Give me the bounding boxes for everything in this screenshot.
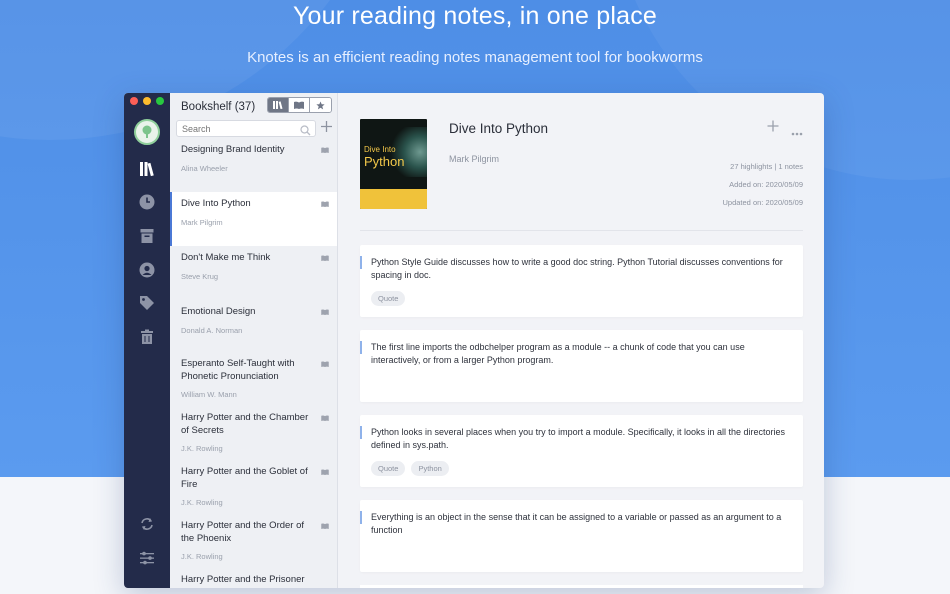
cover-band (360, 189, 427, 209)
sliders-icon[interactable] (137, 548, 157, 568)
book-title: Don't Make me Think (181, 252, 271, 263)
note-text: Python Style Guide discusses how to writ… (371, 257, 783, 280)
note-card[interactable]: Python Style Guide discusses how to writ… (360, 245, 803, 317)
clock-icon[interactable] (137, 192, 157, 212)
open-book-icon (321, 361, 329, 367)
book-list-item[interactable]: Don't Make me Think Steve Krug (170, 246, 337, 300)
sync-icon[interactable] (137, 514, 157, 534)
library-icon[interactable] (137, 159, 157, 179)
note-text: Everything is an object in the sense tha… (371, 512, 782, 535)
cover-title-line1: Dive Into (364, 145, 396, 154)
book-title: Harry Potter and the Prisoner of (181, 574, 305, 588)
maximize-window-button[interactable] (156, 97, 164, 105)
book-author: William W. Mann (181, 390, 237, 399)
book-list-item[interactable]: Harry Potter and the Chamber of Secrets … (170, 408, 337, 462)
minimize-window-button[interactable] (143, 97, 151, 105)
open-book-icon (321, 201, 329, 207)
search-input[interactable] (176, 120, 316, 137)
book-author: Alina Wheeler (181, 164, 228, 173)
book-list-item[interactable]: Harry Potter and the Goblet of Fire J.K.… (170, 462, 337, 516)
book-view-button[interactable] (289, 98, 310, 112)
book-author: Mark Pilgrim (181, 218, 223, 227)
book-list-item[interactable]: Harry Potter and the Prisoner of (170, 570, 337, 588)
hero-subtitle: Knotes is an efficient reading notes man… (247, 49, 703, 66)
avatar-icon (142, 125, 152, 138)
book-list-item[interactable]: Designing Brand Identity Alina Wheeler (170, 139, 337, 193)
book-title: Designing Brand Identity (181, 144, 285, 155)
book-title: Harry Potter and the Chamber of Secrets (181, 412, 309, 436)
book-list-item[interactable]: Harry Potter and the Order of the Phoeni… (170, 516, 337, 570)
book-list-item[interactable]: Esperanto Self-Taught with Phonetic Pron… (170, 354, 337, 408)
book-title: Esperanto Self-Taught with Phonetic Pron… (181, 358, 295, 382)
book-title: Harry Potter and the Goblet of Fire (181, 466, 308, 490)
book-author: Donald A. Norman (181, 326, 243, 335)
book-title: Harry Potter and the Order of the Phoeni… (181, 520, 305, 544)
book-author: Steve Krug (181, 272, 219, 281)
note-tags: Quote Python (371, 461, 449, 476)
avatar[interactable] (134, 119, 160, 145)
updated-date: Updated on: 2020/05/09 (722, 198, 804, 207)
add-book-button[interactable] (320, 120, 333, 138)
archive-icon[interactable] (137, 226, 157, 246)
app-window: Bookshelf (37) Designing Brand Identity … (124, 93, 824, 588)
book-list-item[interactable]: Dive Into Python Mark Pilgrim (170, 192, 337, 246)
more-icon (791, 132, 803, 136)
note-tag[interactable]: Python (411, 461, 449, 476)
book-detail-panel: Dive Into Python Dive Into Python Mark P… (339, 93, 824, 588)
plus-icon (767, 120, 779, 132)
star-icon (316, 100, 325, 109)
note-card[interactable]: The first line imports the odbchelper pr… (360, 330, 803, 402)
note-text: The first line imports the odbchelper pr… (371, 342, 745, 365)
book-author: J.K. Rowling (181, 444, 223, 453)
close-window-button[interactable] (130, 97, 138, 105)
highlight-count: 27 highlights | 1 notes (730, 162, 803, 171)
open-book-icon (321, 469, 329, 475)
add-note-button[interactable] (767, 119, 779, 137)
open-book-icon (321, 523, 329, 529)
open-book-icon (321, 415, 329, 421)
note-text: Python looks in several places when you … (371, 427, 786, 450)
note-card[interactable]: Python looks in several places when you … (360, 415, 803, 487)
plus-icon (321, 121, 332, 132)
user-circle-icon[interactable] (137, 260, 157, 280)
favorites-view-button[interactable] (310, 98, 331, 112)
book-title: Emotional Design (181, 306, 256, 317)
note-card[interactable]: Everything is an object in the sense tha… (360, 500, 803, 572)
library-view-button[interactable] (268, 98, 289, 112)
nav-rail (124, 93, 170, 588)
note-tag[interactable]: Quote (371, 461, 406, 476)
open-book-icon (321, 255, 329, 261)
more-options-button[interactable] (791, 123, 803, 141)
view-switcher (267, 97, 332, 113)
bookshelf-title: Bookshelf (37) (181, 101, 256, 113)
open-book-icon (294, 101, 304, 109)
open-book-icon (321, 309, 329, 315)
note-tags: Quote (371, 291, 406, 306)
window-controls (130, 97, 164, 105)
book-detail-author: Mark Pilgrim (449, 154, 500, 164)
cover-title-line2: Python (364, 154, 405, 169)
note-tag[interactable]: Quote (371, 291, 406, 306)
book-cover: Dive Into Python (360, 119, 427, 209)
book-list-item[interactable]: Emotional Design Donald A. Norman (170, 300, 337, 354)
tag-icon[interactable] (137, 293, 157, 313)
book-author: J.K. Rowling (181, 498, 223, 507)
open-book-icon (321, 147, 329, 153)
bookshelf-panel: Bookshelf (37) Designing Brand Identity … (170, 93, 338, 588)
trash-icon[interactable] (137, 327, 157, 347)
book-detail-title: Dive Into Python (449, 121, 549, 136)
added-date: Added on: 2020/05/09 (729, 180, 803, 189)
book-title: Dive Into Python (181, 198, 251, 209)
divider (360, 230, 803, 231)
hero-title: Your reading notes, in one place (292, 2, 658, 30)
note-card[interactable] (360, 585, 803, 588)
library-icon (273, 101, 283, 109)
book-author: J.K. Rowling (181, 552, 223, 561)
